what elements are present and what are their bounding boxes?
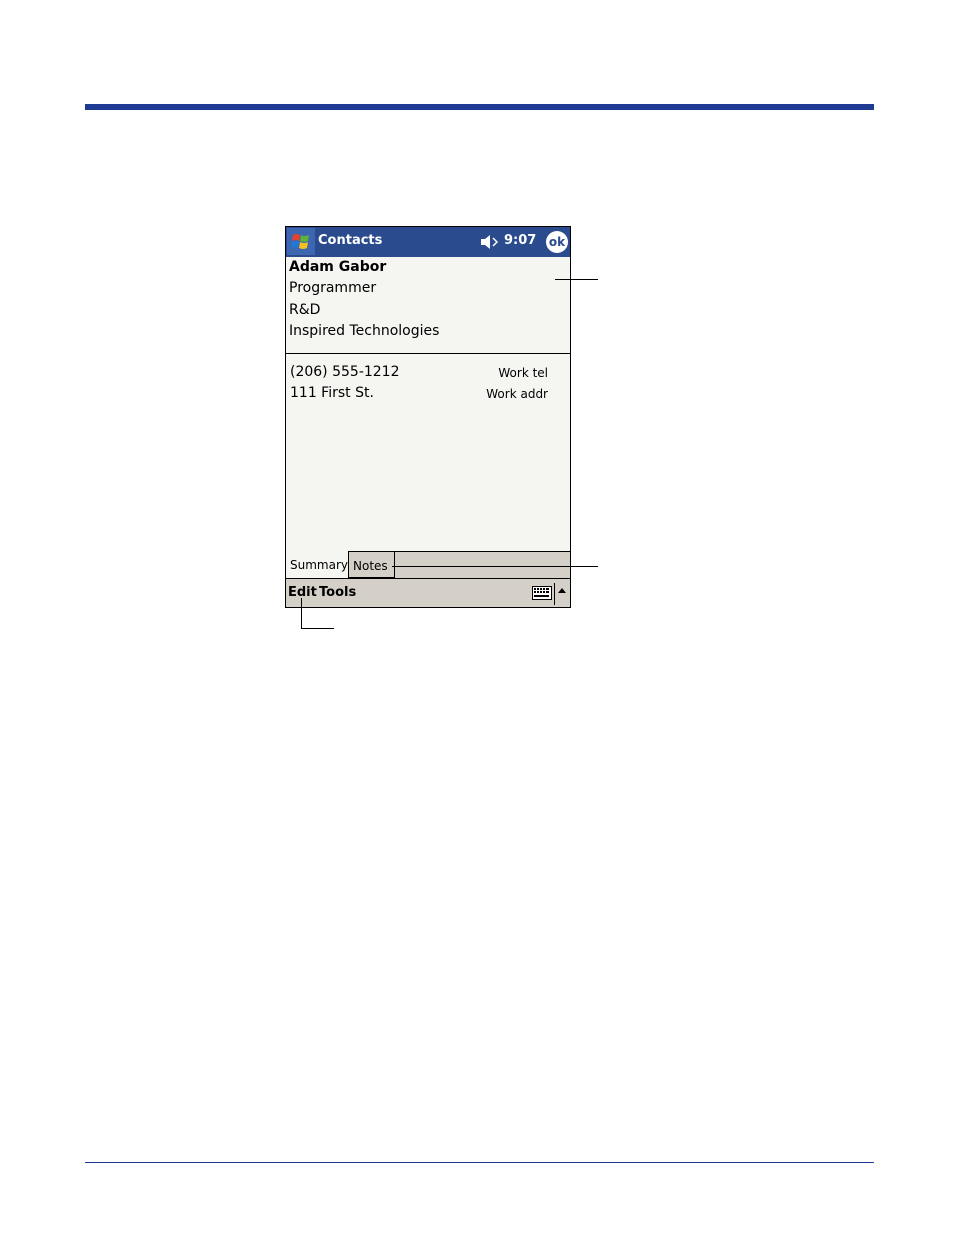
pocketpc-screen: Contacts 9:07 ok Adam Gabor Programmer R… — [285, 226, 571, 608]
sip-separator — [554, 583, 555, 605]
speaker-muted-icon[interactable] — [480, 234, 500, 250]
callout-line-menu-vertical — [301, 598, 302, 629]
tab-notes[interactable]: Notes — [349, 551, 395, 578]
ok-button[interactable]: ok — [546, 231, 568, 253]
sip-up-arrow-icon[interactable] — [558, 588, 566, 593]
app-title: Contacts — [318, 233, 383, 248]
contact-job-title: Programmer — [289, 280, 377, 296]
title-bar: Contacts 9:07 ok — [286, 227, 570, 257]
contact-company: Inspired Technologies — [289, 323, 440, 339]
top-rule — [85, 104, 874, 110]
contact-department: R&D — [289, 302, 321, 318]
detail-row-work-tel[interactable]: (206) 555-1212 Work tel — [286, 364, 570, 384]
detail-row-work-addr[interactable]: 111 First St. Work addr — [286, 385, 570, 405]
bottom-rule — [85, 1162, 874, 1163]
header-divider — [286, 353, 570, 354]
start-button[interactable] — [287, 228, 315, 255]
callout-line-header — [555, 279, 598, 280]
callout-line-tabs — [392, 566, 598, 567]
detail-label: Work addr — [486, 387, 548, 401]
menu-edit[interactable]: Edit — [288, 585, 317, 600]
menu-tools[interactable]: Tools — [319, 585, 356, 600]
contact-header[interactable]: Adam Gabor Programmer R&D Inspired Techn… — [286, 257, 570, 354]
clock[interactable]: 9:07 — [504, 233, 536, 248]
contact-name: Adam Gabor — [289, 259, 387, 275]
windows-flag-icon — [291, 234, 309, 249]
detail-value: 111 First St. — [290, 385, 374, 401]
detail-label: Work tel — [498, 366, 548, 380]
callout-line-menu-horizontal — [301, 628, 334, 629]
detail-value: (206) 555-1212 — [290, 364, 400, 380]
tab-summary[interactable]: Summary — [286, 551, 349, 578]
tab-bar: Summary Notes — [286, 551, 570, 578]
menu-bar: Edit Tools — [286, 578, 570, 607]
keyboard-icon[interactable] — [532, 586, 552, 600]
